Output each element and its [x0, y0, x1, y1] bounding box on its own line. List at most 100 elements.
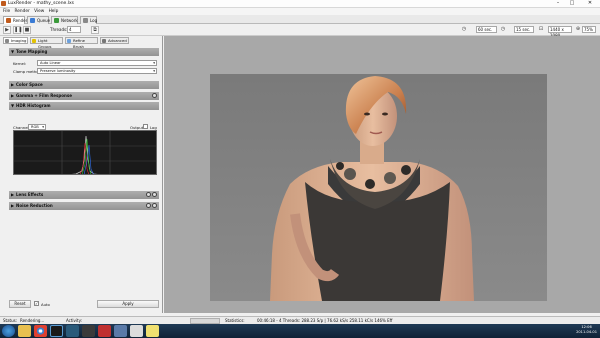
halt-time-icon: ◷ — [461, 26, 467, 32]
kernel-select[interactable]: Auto Linear ▾ — [37, 60, 157, 66]
subtab-imaging[interactable]: Imaging — [3, 37, 28, 44]
tone-mapping-header[interactable]: ▼ Tone Mapping — [9, 48, 159, 56]
light-bulb-icon — [32, 39, 36, 43]
clock-date: 2011-04-01 — [576, 330, 597, 334]
tab-network[interactable]: Network — [51, 16, 78, 24]
channel-value: RGB — [31, 125, 39, 129]
lens-effects-header[interactable]: ▶ Lens Effects — [9, 191, 159, 199]
reset-button[interactable]: Reset — [9, 300, 31, 308]
noise-reduction-title: Noise Reduction — [16, 203, 53, 208]
lens-effects-title: Lens Effects — [16, 192, 44, 197]
hdr-histogram-title: HDR Histogram — [16, 103, 51, 108]
menu-help[interactable]: Help — [49, 8, 59, 15]
menu-render[interactable]: Render — [14, 8, 29, 15]
subtab-light-groups[interactable]: Light Groups — [30, 37, 63, 49]
gear-icon — [102, 39, 106, 43]
halt-spp-field[interactable]: 15 sec. — [514, 26, 534, 33]
app-icon[interactable] — [98, 325, 111, 337]
status-bar: Status: Rendering... Activity: Statistic… — [0, 316, 600, 324]
color-space-title: Color Space — [16, 82, 43, 87]
log-checkbox[interactable] — [143, 124, 148, 129]
chevron-down-icon: ▾ — [153, 61, 155, 65]
histogram-graph — [14, 131, 156, 174]
explorer-icon[interactable] — [18, 325, 31, 337]
auto-checkbox[interactable]: ✓ — [34, 301, 39, 306]
toolbar: ▶ ❚❚ ■ Threads: 4 ⧉ ◷ 60 sec. ◷ 15 sec. … — [0, 24, 600, 38]
brush-icon — [67, 39, 71, 43]
start-orb[interactable] — [2, 325, 15, 337]
hdr-histogram-header[interactable]: ▼ HDR Histogram — [9, 102, 159, 110]
tab-log[interactable]: Log — [80, 16, 97, 24]
tab-render-label: Render — [13, 18, 28, 23]
halt-spp-icon: ◷ — [500, 26, 506, 32]
clamp-select[interactable]: Preserve luminosity ▾ — [37, 68, 157, 74]
luxrender-icon[interactable] — [66, 325, 79, 337]
maximize-button[interactable]: □ — [566, 0, 578, 7]
gamma-film-title: Gamma + Film Response — [16, 93, 72, 98]
expand-arrow-icon: ▶ — [11, 93, 15, 98]
editor-icon[interactable] — [82, 325, 95, 337]
copy-icon: ⧉ — [93, 27, 97, 33]
resolution-icon: ⊡ — [538, 26, 544, 32]
main-tabs: Render Queue Network Log — [0, 15, 600, 25]
window-icon[interactable] — [114, 325, 127, 337]
menu-view[interactable]: View — [34, 8, 44, 15]
terminal-icon[interactable] — [50, 325, 63, 337]
stop-render-button[interactable]: ■ — [23, 26, 31, 34]
gamma-film-header[interactable]: ▶ Gamma + Film Response — [9, 92, 159, 100]
tab-log-label: Log — [90, 18, 98, 23]
render-icon — [6, 18, 11, 23]
tab-queue[interactable]: Queue — [27, 16, 50, 24]
subtab-advanced[interactable]: Advanced — [100, 37, 129, 44]
luxrender-window: LuxRender - mathy_scene.lxs – □ ✕ File R… — [0, 0, 600, 338]
system-clock[interactable]: 12:06 2011-04-01 — [576, 325, 597, 335]
menu-file[interactable]: File — [3, 8, 10, 15]
window-title: LuxRender - mathy_scene.lxs — [8, 1, 75, 6]
threads-spinbox[interactable]: 4 — [67, 26, 81, 33]
rendered-figure — [210, 74, 547, 301]
pause-render-button[interactable]: ❚❚ — [13, 26, 23, 34]
pause-icon: ❚❚ — [14, 27, 23, 33]
sub-tabs: Imaging Light Groups Refine Brush Advanc… — [3, 37, 161, 49]
notes-icon[interactable] — [146, 325, 159, 337]
copy-button[interactable]: ⧉ — [91, 26, 99, 34]
noise-reduction-header[interactable]: ▶ Noise Reduction — [9, 202, 159, 210]
enable-toggle-icon[interactable] — [152, 93, 157, 98]
auto-label: Auto — [41, 302, 50, 307]
tab-network-label: Network — [61, 18, 78, 23]
statistics-value: 00:46:18 - 4 Threads: 288.23 S/p | 76.62… — [257, 318, 393, 323]
collapse-arrow-icon: ▼ — [11, 49, 15, 54]
threads-label: Threads: — [50, 27, 68, 32]
resolution-field: 1440 x 1080 — [548, 26, 572, 38]
network-icon — [54, 18, 59, 23]
color-space-header[interactable]: ▶ Color Space — [9, 81, 159, 89]
chevron-down-icon: ▾ — [153, 69, 155, 73]
settings-icon[interactable] — [146, 203, 151, 208]
imaging-icon — [5, 39, 9, 43]
subtab-imaging-label: Imaging — [11, 38, 27, 43]
expand-arrow-icon: ▶ — [11, 192, 15, 197]
menu-bar: File Render View Help — [0, 8, 600, 15]
kernel-label: Kernel: — [13, 61, 27, 66]
close-button[interactable]: ✕ — [582, 0, 598, 7]
start-render-button[interactable]: ▶ — [3, 26, 11, 34]
statistics-label: Statistics: — [225, 318, 245, 323]
expand-arrow-icon: ▶ — [11, 82, 15, 87]
subtab-refine-brush[interactable]: Refine Brush — [65, 37, 98, 49]
zoom-field[interactable]: 75% — [582, 26, 596, 33]
enable-toggle-icon[interactable] — [152, 192, 157, 197]
apply-button[interactable]: Apply — [97, 300, 159, 308]
checkmark-icon: ✓ — [35, 301, 39, 306]
expand-arrow-icon: ▶ — [11, 203, 15, 208]
tools-icon[interactable] — [130, 325, 143, 337]
settings-icon[interactable] — [146, 192, 151, 197]
zoom-icon: ⊕ — [575, 26, 581, 32]
enable-toggle-icon[interactable] — [152, 203, 157, 208]
kernel-value: Auto Linear — [40, 61, 61, 65]
minimize-button[interactable]: – — [552, 0, 564, 7]
halt-time-field[interactable]: 60 sec. — [476, 26, 497, 33]
luxrender-app-icon — [1, 1, 6, 6]
clamp-value: Preserve luminosity — [40, 69, 76, 73]
chrome-icon[interactable] — [34, 325, 47, 337]
title-bar: LuxRender - mathy_scene.lxs – □ ✕ — [0, 0, 600, 8]
